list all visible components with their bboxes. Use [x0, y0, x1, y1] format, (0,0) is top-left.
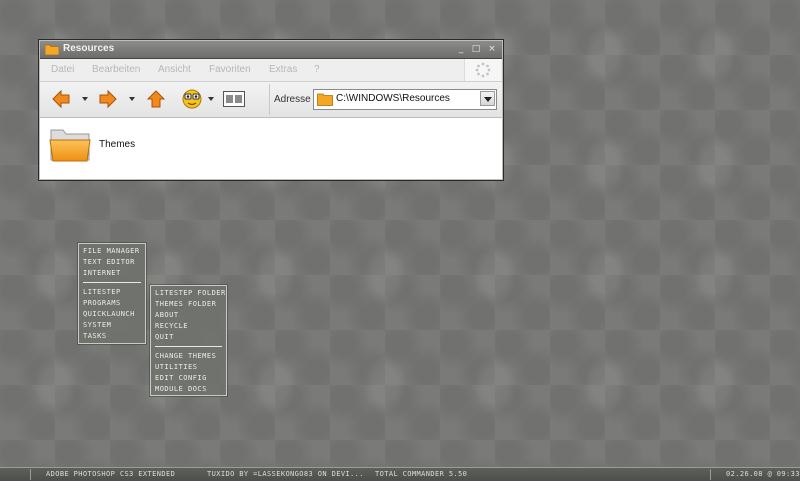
task-browser[interactable]: TUXIDO BY =LASSEKONGO83 ON DEVI...	[207, 470, 364, 478]
loading-icon	[475, 62, 491, 78]
sub-popup-menu: LITESTEP FOLDER THEMES FOLDER ABOUT RECY…	[150, 285, 227, 396]
menu-item-litestep[interactable]: LITESTEP	[79, 287, 145, 298]
address-field[interactable]: C:\WINDOWS\Resources	[313, 89, 497, 110]
address-value[interactable]: C:\WINDOWS\Resources	[336, 93, 450, 104]
address-label: Adresse	[274, 94, 311, 105]
task-total-commander[interactable]: TOTAL COMMANDER 5.50	[375, 470, 467, 478]
menu-item-system[interactable]: SYSTEM	[79, 320, 145, 331]
menu-item-file-manager[interactable]: FILE MANAGER	[79, 246, 145, 257]
list-item[interactable]: Themes	[49, 126, 169, 166]
throbber	[464, 59, 501, 81]
forward-dropdown-icon[interactable]	[129, 97, 135, 101]
window-title: Resources	[63, 43, 115, 54]
minimize-button[interactable]: _	[456, 44, 466, 54]
menu-item-internet[interactable]: INTERNET	[79, 268, 145, 279]
smiley-search-icon[interactable]	[181, 87, 203, 109]
toolbar: Adresse C:\WINDOWS\Resources	[40, 82, 502, 118]
folder-icon	[49, 129, 91, 162]
title-bar[interactable]: Resources _ □ ×	[40, 41, 502, 59]
explorer-window: Resources _ □ × Datei Bearbeiten Ansicht…	[38, 39, 504, 181]
menu-separator	[155, 346, 222, 347]
menu-ansicht[interactable]: Ansicht	[158, 64, 191, 75]
search-dropdown-icon[interactable]	[208, 97, 214, 101]
menu-extras[interactable]: Extras	[269, 64, 297, 75]
file-list: Themes	[40, 118, 502, 179]
task-photoshop[interactable]: ADOBE PHOTOSHOP CS3 EXTENDED	[46, 470, 175, 478]
menu-item-text-editor[interactable]: TEXT EDITOR	[79, 257, 145, 268]
close-button[interactable]: ×	[487, 44, 497, 54]
menu-bar: Datei Bearbeiten Ansicht Favoriten Extra…	[40, 59, 502, 82]
folder-icon	[45, 44, 59, 55]
back-dropdown-icon[interactable]	[82, 97, 88, 101]
maximize-button[interactable]: □	[471, 44, 481, 54]
main-popup-menu: FILE MANAGER TEXT EDITOR INTERNET LITEST…	[78, 243, 146, 344]
menu-item-quit[interactable]: QUIT	[151, 332, 226, 343]
menu-item-change-themes[interactable]: CHANGE THEMES	[151, 351, 226, 362]
menu-item-module-docs[interactable]: MODULE DOCS	[151, 384, 226, 395]
file-name: Themes	[99, 139, 136, 150]
address-dropdown-button[interactable]	[480, 91, 495, 106]
views-icon[interactable]	[223, 91, 245, 107]
arrow-right-icon[interactable]	[98, 89, 118, 109]
menu-help[interactable]: ?	[314, 64, 320, 75]
menu-item-about[interactable]: ABOUT	[151, 310, 226, 321]
toolbar-separator	[269, 84, 270, 115]
taskbar-separator	[710, 469, 711, 480]
menu-item-tasks[interactable]: TASKS	[79, 331, 145, 342]
taskbar: ADOBE PHOTOSHOP CS3 EXTENDED TUXIDO BY =…	[0, 467, 800, 481]
menu-datei[interactable]: Datei	[51, 64, 74, 75]
menu-item-recycle[interactable]: RECYCLE	[151, 321, 226, 332]
menu-favoriten[interactable]: Favoriten	[209, 64, 251, 75]
menu-item-programs[interactable]: PROGRAMS	[79, 298, 145, 309]
menu-bearbeiten[interactable]: Bearbeiten	[92, 64, 140, 75]
folder-icon	[317, 93, 333, 106]
menu-separator	[83, 282, 141, 283]
menu-item-quicklaunch[interactable]: QUICKLAUNCH	[79, 309, 145, 320]
menu-item-edit-config[interactable]: EDIT CONFIG	[151, 373, 226, 384]
arrow-left-icon[interactable]	[51, 89, 71, 109]
menu-item-themes-folder[interactable]: THEMES FOLDER	[151, 299, 226, 310]
arrow-up-icon[interactable]	[146, 89, 166, 109]
taskbar-separator	[30, 469, 31, 480]
menu-item-litestep-folder[interactable]: LITESTEP FOLDER	[151, 288, 226, 299]
taskbar-clock: 02.26.08 @ 09:33	[726, 470, 800, 478]
menu-item-utilities[interactable]: UTILITIES	[151, 362, 226, 373]
